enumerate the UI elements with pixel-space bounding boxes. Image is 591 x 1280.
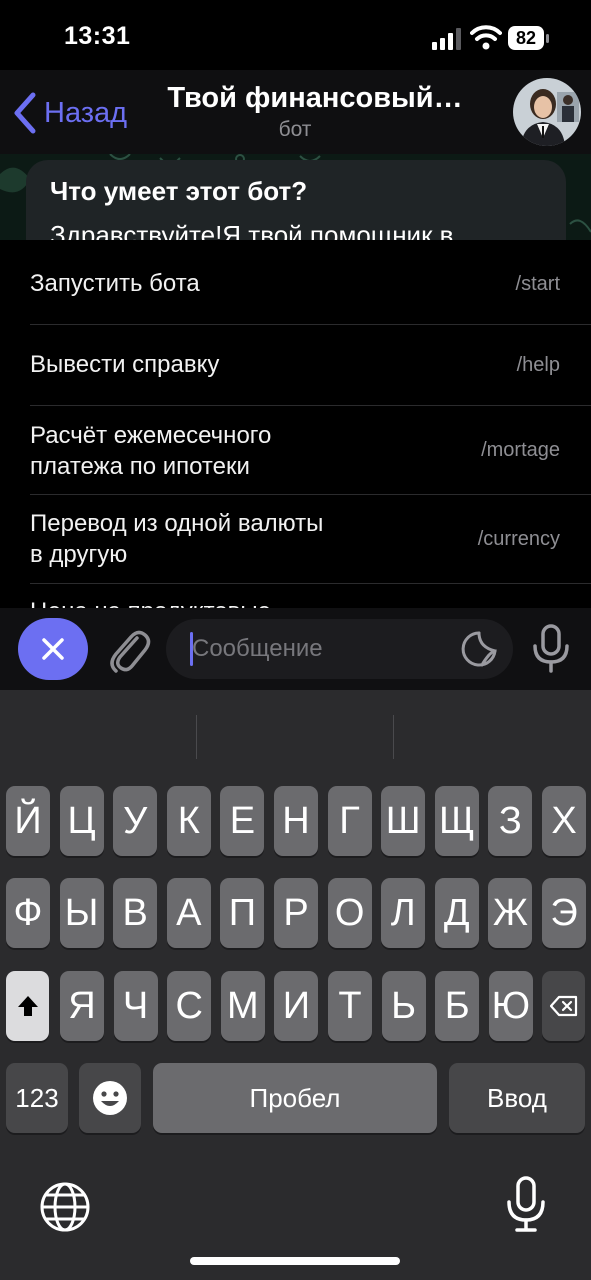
command-item-prices[interactable]: Цена на продуктовые <box>0 584 591 608</box>
command-description: Запустить бота <box>30 270 200 297</box>
key-row2-1[interactable]: Ы <box>59 878 104 948</box>
message-input[interactable] <box>192 631 442 667</box>
key-row1-9[interactable]: З <box>488 786 533 856</box>
bot-avatar[interactable] <box>513 78 581 146</box>
key-row3-2[interactable]: С <box>167 971 212 1041</box>
chevron-left-icon <box>14 92 36 134</box>
bot-commands-list: Запустить бота /start Вывести справку /h… <box>0 240 591 608</box>
chat-subtitle: бот <box>278 118 312 141</box>
battery-level: 82 <box>515 27 537 48</box>
dictation-icon[interactable] <box>504 1176 548 1234</box>
command-description: Перевод из одной валюты в другую <box>30 510 324 568</box>
back-label: Назад <box>44 96 128 129</box>
key-row3-8[interactable]: Ю <box>488 971 533 1041</box>
chat-title[interactable]: Твой финансовый… <box>150 82 480 115</box>
command-code: /help <box>516 354 560 376</box>
key-row3-5[interactable]: Т <box>328 971 372 1041</box>
key-row1-8[interactable]: Щ <box>434 786 479 856</box>
command-item-start[interactable]: Запустить бота /start <box>0 240 591 325</box>
emoji-key[interactable] <box>79 1063 141 1133</box>
key-row3-6[interactable]: Ь <box>381 971 426 1041</box>
key-row2-9[interactable]: Ж <box>488 878 533 948</box>
shift-key[interactable] <box>6 971 49 1041</box>
key-row2-0[interactable]: Ф <box>6 878 50 948</box>
key-row1-1[interactable]: Ц <box>59 786 104 856</box>
key-row3-0[interactable]: Я <box>60 971 104 1041</box>
key-row3-4[interactable]: И <box>274 971 319 1041</box>
command-description: Вывести справку <box>30 351 220 378</box>
key-row1-0[interactable]: Й <box>6 786 50 856</box>
wifi-icon <box>470 25 502 50</box>
emoji-icon <box>93 1081 127 1115</box>
key-row2-8[interactable]: Д <box>434 878 479 948</box>
intro-title: Что умеет этот бот? <box>50 176 308 206</box>
key-row2-4[interactable]: П <box>220 878 265 948</box>
back-button[interactable]: Назад <box>12 88 127 138</box>
key-row2-2[interactable]: В <box>113 878 158 948</box>
numbers-key[interactable]: 123 <box>6 1063 68 1133</box>
key-row3-1[interactable]: Ч <box>113 971 158 1041</box>
key-row3-3[interactable]: М <box>220 971 265 1041</box>
status-time: 13:31 <box>64 22 131 50</box>
key-row1-10[interactable]: Х <box>542 786 586 856</box>
command-description: Цена на продуктовые <box>30 596 271 608</box>
shift-icon <box>17 996 38 1016</box>
key-row1-7[interactable]: Ш <box>381 786 426 856</box>
key-row1-4[interactable]: Е <box>220 786 265 856</box>
key-row1-3[interactable]: К <box>166 786 211 856</box>
suggestion-divider <box>196 715 197 759</box>
key-row3-7[interactable]: Б <box>435 971 480 1041</box>
key-row1-2[interactable]: У <box>113 786 158 856</box>
globe-icon[interactable] <box>38 1180 92 1234</box>
key-row2-7[interactable]: Л <box>381 878 426 948</box>
command-code: /mortage <box>481 439 560 461</box>
sticker-icon[interactable] <box>460 630 498 668</box>
key-row2-10[interactable]: Э <box>542 878 586 948</box>
return-key[interactable]: Ввод <box>449 1063 585 1133</box>
key-row1-5[interactable]: Н <box>274 786 318 856</box>
command-description: Расчёт ежемесечного платежа по ипотеки <box>30 422 272 480</box>
microphone-icon[interactable] <box>530 624 572 674</box>
suggestion-divider <box>393 715 394 759</box>
close-icon <box>42 638 64 660</box>
space-key[interactable]: Пробел <box>153 1063 437 1133</box>
cellular-signal-icon <box>432 28 461 50</box>
backspace-key[interactable] <box>542 971 585 1041</box>
text-caret <box>190 632 193 666</box>
key-row2-5[interactable]: Р <box>274 878 318 948</box>
key-row2-6[interactable]: О <box>327 878 372 948</box>
bot-intro-card: Что умеет этот бот? Здравствуйте!Я твой … <box>26 160 566 240</box>
command-item-mortage[interactable]: Расчёт ежемесечного платежа по ипотеки /… <box>0 406 591 495</box>
paperclip-icon[interactable] <box>105 622 151 676</box>
command-code: /currency <box>477 528 560 550</box>
key-row2-3[interactable]: А <box>166 878 211 948</box>
intro-text: Здравствуйте!Я твой помощник в <box>50 220 454 240</box>
home-indicator <box>190 1257 400 1265</box>
close-commands-button[interactable] <box>18 618 88 680</box>
backspace-icon <box>549 995 577 1017</box>
command-item-currency[interactable]: Перевод из одной валюты в другую /curren… <box>0 495 591 584</box>
battery-icon: 82 <box>508 26 550 52</box>
command-code: /start <box>515 273 560 295</box>
key-row1-6[interactable]: Г <box>327 786 372 856</box>
command-item-help[interactable]: Вывести справку /help <box>0 325 591 406</box>
